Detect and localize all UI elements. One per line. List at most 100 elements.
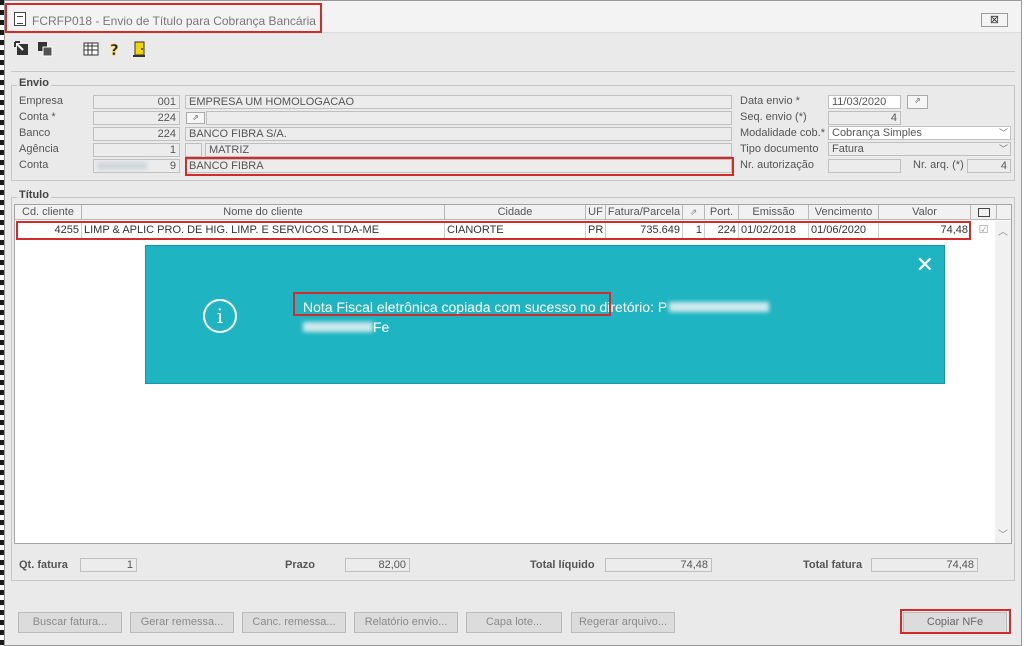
conta-required-label: Conta * <box>19 111 56 123</box>
data-envio-label: Data envio * <box>740 95 800 107</box>
nr-arq-field: 4 <box>967 159 1011 173</box>
conta-name-field <box>206 111 732 125</box>
agencia-spacer-field <box>185 143 202 157</box>
col-sort-icon[interactable]: ⇗ <box>683 205 705 220</box>
cell-cd-cliente: 4255 <box>15 222 82 238</box>
table-header: Cd. cliente Nome do cliente Cidade UF Fa… <box>15 205 1011 220</box>
cell-port: 224 <box>705 222 739 238</box>
col-cidade[interactable]: Cidade <box>445 205 586 220</box>
tipo-documento-select[interactable]: Fatura ﹀ <box>828 142 1011 156</box>
cell-fatura: 735.649 <box>606 222 683 238</box>
notification-message: Nota Fiscal eletrônica copiada com suces… <box>303 297 863 337</box>
chevron-down-icon: ﹀ <box>998 144 1008 154</box>
modalidade-select[interactable]: Cobrança Simples ﹀ <box>828 126 1011 140</box>
cell-cidade: CIANORTE <box>445 222 586 238</box>
canc-remessa-button[interactable]: Canc. remessa... <box>242 612 346 633</box>
tipo-documento-label: Tipo documento <box>740 143 819 155</box>
prazo-field: 82,00 <box>345 558 410 572</box>
tipo-documento-value: Fatura <box>832 143 864 155</box>
redacted-directory-part-1 <box>669 302 770 312</box>
col-fatura-parcela[interactable]: Fatura/Parcela <box>606 205 683 220</box>
gerar-remessa-button[interactable]: Gerar remessa... <box>130 612 234 633</box>
scroll-down-icon[interactable]: ﹀ <box>998 526 1008 541</box>
col-vencimento[interactable]: Vencimento <box>809 205 879 220</box>
exit-door-icon[interactable] <box>131 41 147 57</box>
col-valor[interactable]: Valor <box>879 205 971 220</box>
select-all-checkbox-icon <box>977 208 990 217</box>
agencia-code-field: 1 <box>93 143 180 157</box>
agencia-name-field: MATRIZ <box>205 143 732 157</box>
prazo-label: Prazo <box>285 559 315 571</box>
toolbar: ? <box>5 34 1021 64</box>
col-nome-cliente[interactable]: Nome do cliente <box>82 205 445 220</box>
cell-valor: 74,48 <box>879 222 971 238</box>
chevron-down-icon: ﹀ <box>998 128 1008 138</box>
nr-autorizacao-label: Nr. autorização <box>740 159 814 171</box>
col-emissao[interactable]: Emissão <box>739 205 809 220</box>
notification-message-tail: Fe <box>373 319 390 335</box>
titulo-legend: Título <box>17 189 51 201</box>
notification-message-highlighted: Nota Fiscal eletrônica copiada com suces… <box>303 299 577 315</box>
calendar-picker-button[interactable]: ⇗ <box>907 95 928 109</box>
cell-uf: PR <box>586 222 606 238</box>
empresa-name-field: EMPRESA UM HOMOLOGACAO <box>185 95 732 109</box>
info-icon: i <box>203 299 237 333</box>
cell-parcela: 1 <box>683 222 705 238</box>
seq-envio-label: Seq. envio (*) <box>740 111 807 123</box>
buscar-fatura-button[interactable]: Buscar fatura... <box>18 612 122 633</box>
capa-lote-button[interactable]: Capa lote... <box>466 612 562 633</box>
redacted-directory-part-2 <box>303 322 373 332</box>
cell-emissao: 01/02/2018 <box>739 222 809 238</box>
banco-label: Banco <box>19 127 51 139</box>
col-port[interactable]: Port. <box>705 205 739 220</box>
agencia-label: Agência <box>19 143 59 155</box>
total-fatura-field: 74,48 <box>871 558 978 572</box>
svg-text:?: ? <box>110 41 119 57</box>
conta-bank-name-field: BANCO FIBRA <box>185 159 732 173</box>
conta-lookup-button[interactable]: ⇗ <box>186 112 205 124</box>
relatorio-envio-button[interactable]: Relatório envio... <box>354 612 458 633</box>
redacted-account-number <box>97 162 147 170</box>
help-icon[interactable]: ? <box>107 41 123 57</box>
vertical-scrollbar[interactable]: ︿ ﹀ <box>995 221 1011 543</box>
close-icon[interactable]: ✕ <box>916 252 934 278</box>
total-liquido-label: Total líquido <box>530 559 595 571</box>
cell-nome-cliente: LIMP & APLIC PRO. DE HIG. LIMP. E SERVIC… <box>82 222 445 238</box>
copy-icon[interactable] <box>37 41 53 57</box>
data-envio-field[interactable]: 11/03/2020 <box>828 95 901 109</box>
nr-autorizacao-field <box>828 159 901 173</box>
envio-legend: Envio <box>17 77 51 89</box>
conta-label: Conta <box>19 159 49 171</box>
regerar-arquivo-button[interactable]: Regerar arquivo... <box>571 612 675 633</box>
cell-vencimento: 01/06/2020 <box>809 222 879 238</box>
col-cd-cliente[interactable]: Cd. cliente <box>15 205 82 220</box>
toolbar-separator <box>11 71 1015 72</box>
row-checkbox[interactable]: ☑ <box>971 222 997 238</box>
window-title: FCRFP018 - Envio de Título para Cobrança… <box>32 14 316 28</box>
table-row[interactable]: 4255 LIMP & APLIC PRO. DE HIG. LIMP. E S… <box>15 222 1011 238</box>
scroll-up-icon[interactable]: ︿ <box>998 223 1008 238</box>
banco-code-field: 224 <box>93 127 180 141</box>
close-button[interactable]: ⊠ <box>981 13 1008 27</box>
export-icon[interactable] <box>14 41 30 57</box>
total-fatura-label: Total fatura <box>803 559 863 571</box>
calendar-icon[interactable] <box>83 41 99 57</box>
qt-fatura-field: 1 <box>80 558 137 572</box>
title-bar: FCRFP018 - Envio de Título para Cobrança… <box>5 1 1021 33</box>
modalidade-label: Modalidade cob.* <box>740 127 826 139</box>
empresa-code-field[interactable]: 001 <box>93 95 180 109</box>
banco-name-field: BANCO FIBRA S/A. <box>185 127 732 141</box>
success-notification: i ✕ Nota Fiscal eletrônica copiada com s… <box>145 245 945 384</box>
empresa-label: Empresa <box>19 95 64 107</box>
col-uf[interactable]: UF <box>586 205 606 220</box>
col-select-all[interactable] <box>971 205 997 220</box>
seq-envio-field: 4 <box>828 111 901 125</box>
total-liquido-field: 74,48 <box>605 558 712 572</box>
qt-fatura-label: Qt. fatura <box>19 559 68 571</box>
notification-message-directory: no diretório: P <box>576 299 668 315</box>
nr-arq-label: Nr. arq. (*) <box>913 159 964 171</box>
document-icon <box>14 12 26 26</box>
conta-code-field[interactable]: 224 <box>93 111 180 125</box>
copiar-nfe-button[interactable]: Copiar NFe <box>903 612 1007 633</box>
modalidade-value: Cobrança Simples <box>832 127 922 139</box>
